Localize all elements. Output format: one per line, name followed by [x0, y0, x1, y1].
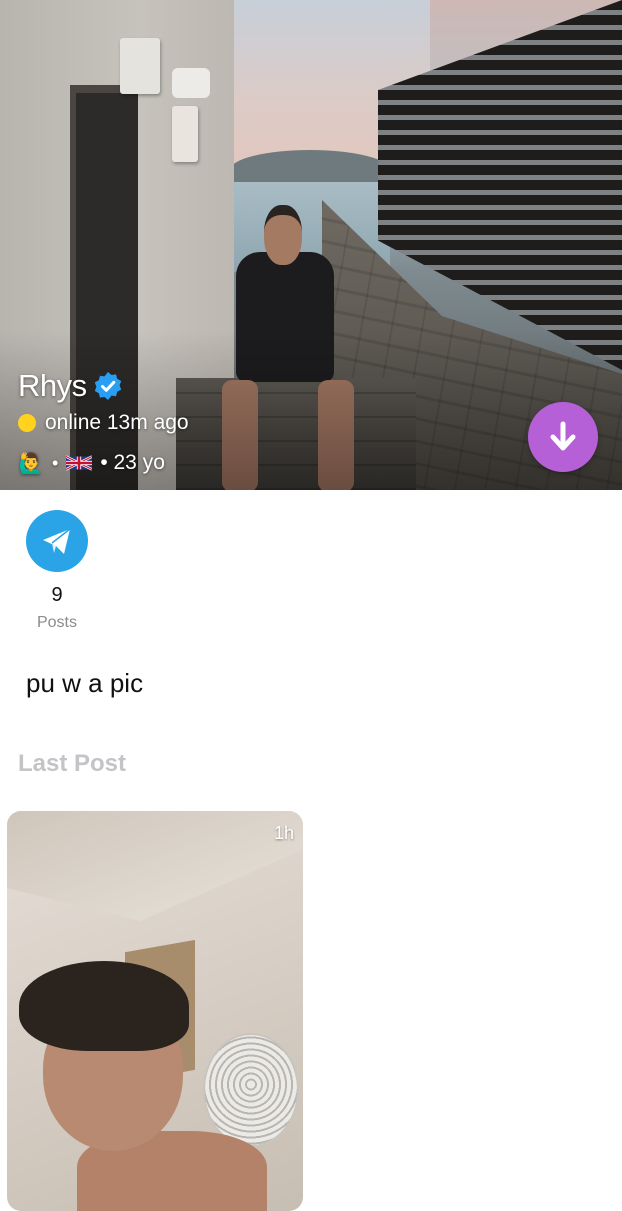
profile-name-row: Rhys [18, 368, 123, 404]
post-photo-hair [19, 961, 189, 1051]
last-post-heading: Last Post [18, 750, 127, 777]
profile-name: Rhys [18, 368, 87, 403]
posts-label: Posts [36, 614, 77, 631]
profile-bio: pu w a pic [26, 668, 144, 698]
online-status: online 13m ago [18, 411, 189, 435]
posts-count: 9 [51, 584, 63, 606]
telegram-button[interactable] [26, 510, 88, 572]
telegram-paper-plane-icon [43, 528, 71, 554]
verified-badge-icon [94, 372, 121, 400]
arrow-down-icon [550, 421, 576, 451]
post-photo-fan [203, 1033, 299, 1147]
last-post-card[interactable]: 1h [7, 811, 303, 1211]
profile-age: • 23 yo [100, 451, 165, 474]
profile-meta: 🙋‍♂️ • • 23 yo [18, 450, 165, 476]
download-button[interactable] [528, 402, 598, 472]
post-timestamp: 1h [273, 823, 294, 843]
photo-wall-box [172, 106, 198, 162]
photo-person-head [264, 205, 302, 265]
person-raising-hand-icon: 🙋‍♂️ [18, 452, 44, 475]
meta-separator: • [52, 452, 59, 473]
online-status-text: online 13m ago [45, 411, 189, 434]
photo-wall-fixture [120, 38, 160, 94]
online-dot-icon [18, 414, 36, 432]
post-photo-ceiling [7, 811, 303, 921]
uk-flag-icon [66, 455, 93, 471]
photo-security-camera [172, 68, 210, 98]
